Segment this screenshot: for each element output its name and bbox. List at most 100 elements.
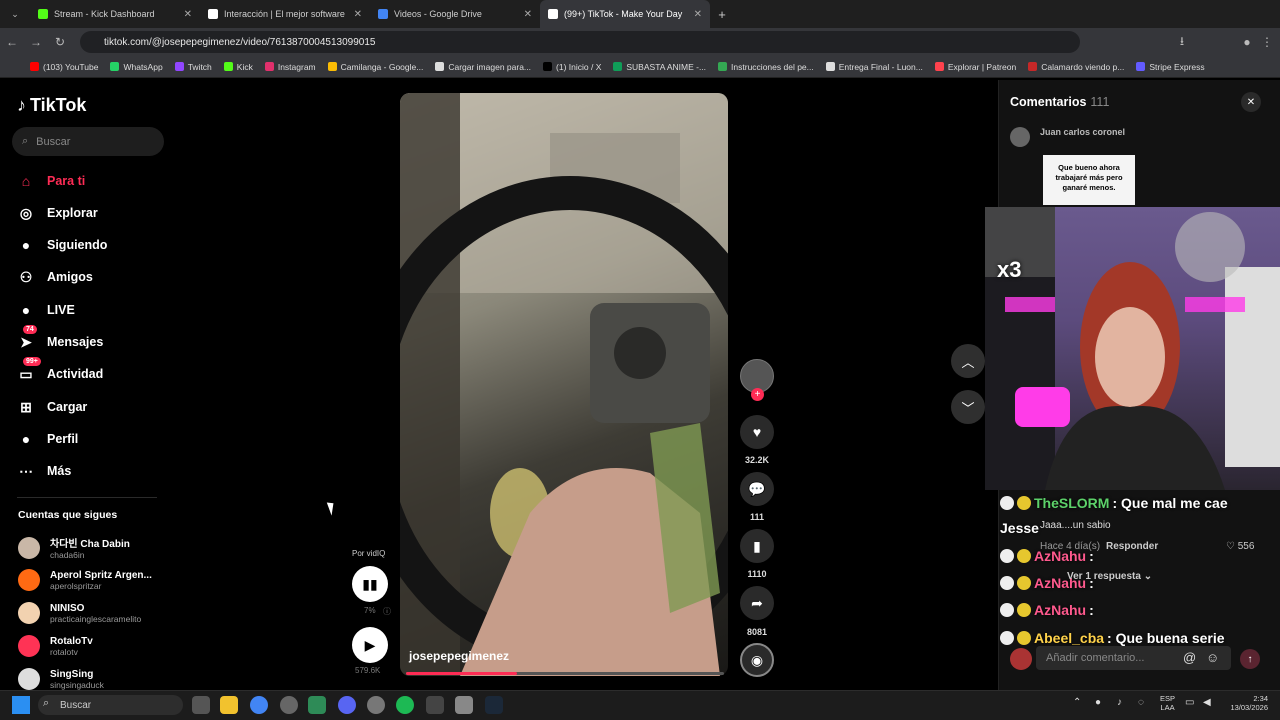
close-icon[interactable]: ✕: [524, 9, 532, 20]
bookmark-item[interactable]: Camilanga - Google...: [327, 62, 423, 72]
app-icon[interactable]: [308, 696, 326, 714]
bookmark-item[interactable]: WhatsApp: [110, 62, 163, 72]
bookmark-item[interactable]: Stripe Express: [1136, 62, 1205, 72]
play-button[interactable]: ▶: [352, 627, 388, 663]
reload-icon[interactable]: ↻: [48, 35, 72, 49]
video-player[interactable]: [400, 93, 728, 676]
following-account[interactable]: Aperol Spritz Argen... aperolspritzar: [18, 569, 152, 591]
next-video-button[interactable]: ﹀: [951, 390, 985, 424]
chat-message: Jesse: [1000, 520, 1042, 536]
taskbar-search[interactable]: Buscar: [38, 695, 183, 715]
menu-icon[interactable]: ⋮: [1255, 35, 1279, 49]
microphone-icon[interactable]: ♪: [1117, 697, 1122, 708]
sidebar-item-perfil[interactable]: ● Perfil: [17, 430, 79, 448]
back-icon[interactable]: ←: [0, 35, 24, 49]
avatar[interactable]: [1010, 127, 1030, 147]
bookmark-item[interactable]: Explorar | Patreon: [934, 62, 1016, 72]
spotify-icon[interactable]: [396, 696, 414, 714]
tab-search-icon[interactable]: ⌄: [0, 9, 30, 20]
tab-tiktok[interactable]: (99+) TikTok - Make Your Day ✕: [540, 0, 710, 28]
mention-icon[interactable]: @: [1183, 650, 1196, 665]
bookmark-item[interactable]: Entrega Final - Luon...: [825, 62, 923, 72]
previous-video-button[interactable]: ︿: [951, 344, 985, 378]
taskview-icon[interactable]: [192, 696, 210, 714]
comment-icon: 💬: [748, 480, 766, 497]
bookmark-favicon-icon: [435, 62, 445, 71]
discord-icon[interactable]: [338, 696, 356, 714]
vidiq-stats-button[interactable]: ▮▮: [352, 566, 388, 602]
music-disc[interactable]: ◉: [740, 643, 774, 677]
sidebar-item-explorar[interactable]: ◎ Explorar: [17, 204, 98, 222]
forward-icon[interactable]: →: [24, 35, 48, 49]
tab-google-drive[interactable]: Videos - Google Drive ✕: [370, 0, 540, 28]
reply-button[interactable]: Responder: [1106, 541, 1158, 552]
bookmark-item[interactable]: SUBASTA ANIME -...: [613, 62, 706, 72]
bookmark-item[interactable]: Kick: [223, 62, 253, 72]
sidebar-item-actividad[interactable]: ▭ 99+ Actividad: [17, 357, 103, 383]
badge-icon: [1017, 631, 1031, 645]
save-button[interactable]: ▮: [740, 529, 774, 563]
app-icon[interactable]: [426, 696, 444, 714]
sidebar-item-live[interactable]: ● LIVE: [17, 301, 75, 319]
video-username[interactable]: josepepegimenez: [409, 649, 509, 663]
tiktok-logo[interactable]: ♪ TikTok: [17, 95, 86, 116]
bookmark-item[interactable]: Instrucciones del pe...: [718, 62, 814, 72]
search-input[interactable]: ⌕ Buscar: [12, 127, 164, 156]
app-icon[interactable]: [455, 696, 473, 714]
monitor-icon[interactable]: ▭: [1185, 697, 1194, 708]
follow-plus-icon[interactable]: +: [751, 388, 764, 401]
sidebar-item-más[interactable]: ⋯ Más: [17, 462, 71, 480]
obs-icon[interactable]: [280, 696, 298, 714]
emoji-icon[interactable]: ☺: [1206, 650, 1219, 665]
badge-icon: [1000, 549, 1014, 563]
tab-interaccion[interactable]: Interacción | El mejor software ✕: [200, 0, 370, 28]
following-account[interactable]: NINISO practicainglescaramelito: [18, 602, 141, 624]
bookmark-item[interactable]: Twitch: [174, 62, 212, 72]
tray-chevron-icon[interactable]: ⌃: [1073, 697, 1081, 708]
compass-icon: ◎: [19, 204, 33, 221]
close-icon[interactable]: ✕: [184, 9, 192, 20]
view-replies-button[interactable]: Ver 1 respuesta ⌄: [1067, 571, 1152, 582]
download-icon[interactable]: ⭳: [1170, 32, 1194, 53]
settings-icon[interactable]: [367, 696, 385, 714]
clock[interactable]: 2:34 13/03/2026: [1223, 694, 1268, 712]
comment-input[interactable]: Añadir comentario...: [1036, 646, 1231, 670]
file-explorer-icon[interactable]: [220, 696, 238, 714]
bookmark-item[interactable]: (103) YouTube: [30, 62, 98, 72]
comment-button[interactable]: 💬: [740, 472, 774, 506]
chat-text: : Que mal me cae: [1112, 495, 1228, 511]
sidebar-item-mensajes[interactable]: ➤ 74 Mensajes: [17, 325, 103, 351]
steam-icon[interactable]: [485, 696, 503, 714]
language-indicator[interactable]: ESP LAA: [1160, 694, 1175, 712]
tab-kick-dashboard[interactable]: Stream - Kick Dashboard ✕: [30, 0, 200, 28]
tray-icon[interactable]: ◌: [1138, 697, 1144, 708]
info-icon[interactable]: ⓘ: [383, 606, 391, 617]
close-comments-button[interactable]: ✕: [1241, 92, 1261, 112]
vidiq-percent: 7%: [364, 606, 376, 615]
close-icon[interactable]: ✕: [694, 9, 702, 20]
sidebar-item-para-ti[interactable]: ⌂ Para ti: [17, 172, 85, 190]
sidebar-item-amigos[interactable]: ⚇ Amigos: [17, 268, 93, 286]
send-button[interactable]: ↑: [1240, 649, 1260, 669]
like-button[interactable]: ♥: [740, 415, 774, 449]
new-tab-button[interactable]: +: [710, 7, 734, 22]
comment-author[interactable]: Juan carlos coronel: [1040, 127, 1125, 137]
bookmark-item[interactable]: Calamardo viendo p...: [1028, 62, 1124, 72]
url-input[interactable]: tiktok.com/@josepepegimenez/video/761387…: [80, 31, 1080, 53]
chrome-icon[interactable]: [250, 696, 268, 714]
tray-app-icon[interactable]: ●: [1095, 697, 1101, 708]
bookmark-item[interactable]: Cargar imagen para...: [435, 62, 531, 72]
bookmark-item[interactable]: Instagram: [264, 62, 316, 72]
windows-start-icon[interactable]: [12, 696, 30, 714]
volume-icon[interactable]: ◀: [1203, 697, 1211, 708]
video-progress-bar[interactable]: [406, 672, 724, 675]
following-account[interactable]: SingSing singsingaduck: [18, 668, 104, 690]
sidebar-item-siguiendo[interactable]: ● Siguiendo: [17, 236, 108, 254]
close-icon[interactable]: ✕: [354, 9, 362, 20]
following-account[interactable]: 차다빈 Cha Dabin chada6in: [18, 535, 130, 560]
share-button[interactable]: ➦: [740, 586, 774, 620]
bookmark-item[interactable]: (1) Inicio / X: [543, 62, 601, 72]
sidebar-item-cargar[interactable]: ⊞ Cargar: [17, 398, 87, 416]
following-account[interactable]: RotaloTv rotalotv: [18, 635, 93, 657]
comment-like[interactable]: ♡ 556: [1226, 541, 1254, 552]
